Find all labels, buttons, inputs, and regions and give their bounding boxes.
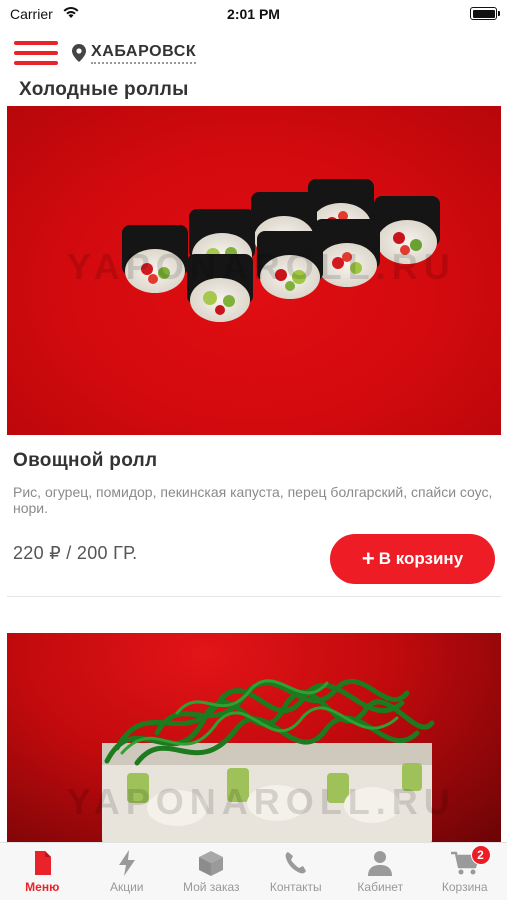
- product-price: 220 ₽ / 200 ГР.: [13, 543, 138, 563]
- battery-icon: [470, 7, 500, 20]
- tab-cart[interactable]: 2 Корзина: [423, 843, 507, 900]
- tab-menu[interactable]: Меню: [0, 843, 85, 900]
- section-title: Холодные роллы: [19, 79, 189, 100]
- add-to-cart-label: В корзину: [378, 549, 464, 568]
- lightning-icon: [118, 850, 135, 876]
- phone-icon: [285, 852, 306, 874]
- app-header: ХАБАРОВСК: [0, 32, 507, 72]
- tab-menu-label: Меню: [25, 880, 60, 894]
- status-bar: Carrier 2:01 PM: [0, 0, 507, 30]
- tab-cabinet-label: Кабинет: [357, 880, 404, 894]
- add-to-cart-button[interactable]: + В корзину: [330, 534, 495, 584]
- city-name: ХАБАРОВСК: [91, 43, 197, 64]
- tab-cabinet[interactable]: Кабинет: [338, 843, 423, 900]
- product-name: Овощной ролл: [13, 450, 158, 471]
- tab-contacts[interactable]: Контакты: [254, 843, 339, 900]
- user-icon: [368, 851, 393, 876]
- tab-promotions-label: Акции: [109, 880, 144, 894]
- tab-promotions[interactable]: Акции: [85, 843, 170, 900]
- city-selector[interactable]: ХАБАРОВСК: [72, 41, 197, 65]
- pin-icon: [72, 44, 86, 62]
- tab-my-order[interactable]: Мой заказ: [169, 843, 254, 900]
- tab-cart-label: Корзина: [441, 880, 488, 894]
- burger-icon[interactable]: [14, 41, 58, 65]
- divider: [7, 596, 501, 597]
- product-description: Рис, огурец, помидор, пекинская капуста,…: [13, 484, 493, 516]
- document-icon: [35, 851, 52, 875]
- product-image-2[interactable]: YAPONAROLL.RU: [7, 633, 501, 843]
- box-icon: [199, 851, 224, 876]
- watermark-text: YAPONAROLL.RU: [67, 246, 456, 287]
- watermark-text-2: YAPONAROLL.RU: [67, 781, 456, 822]
- product-image[interactable]: YAPONAROLL.RU: [7, 106, 501, 435]
- cart-count-badge: 2: [470, 845, 491, 865]
- tab-my-order-label: Мой заказ: [182, 880, 240, 894]
- clock: 2:01 PM: [227, 6, 280, 22]
- tab-bar: Меню Акции Мой заказ Контакты Кабинет 2 …: [0, 842, 507, 900]
- plus-icon: +: [361, 546, 375, 571]
- tab-contacts-label: Контакты: [269, 880, 322, 894]
